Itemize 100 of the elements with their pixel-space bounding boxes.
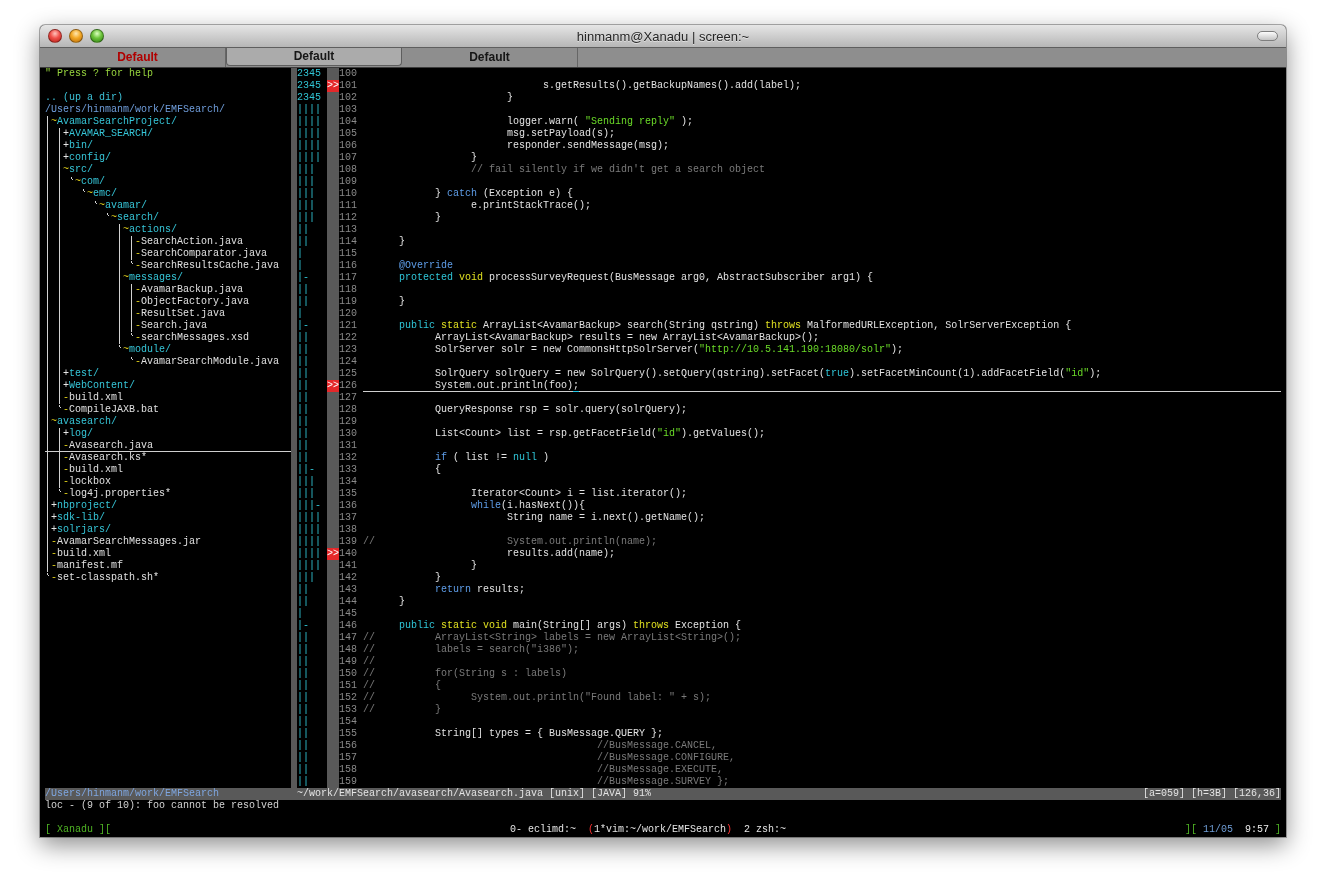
fold-indicator: || <box>297 296 309 307</box>
tree-item[interactable]: +config/ <box>45 152 112 164</box>
tree-item[interactable]: +bin/ <box>45 140 94 152</box>
fold-indicator: ||| <box>297 212 315 223</box>
tree-item[interactable]: -lockbox <box>45 476 112 488</box>
line-number: 116 <box>339 260 357 271</box>
tree-item[interactable]: -SearchAction.java <box>45 236 244 248</box>
tree-item[interactable]: ~search/ <box>45 212 160 224</box>
tree-item[interactable]: -ResultSet.java <box>45 308 226 320</box>
fold-indicator: | <box>297 248 303 259</box>
tree-item[interactable]: ~emc/ <box>45 188 118 200</box>
fold-indicator: |||| <box>297 116 321 127</box>
fold-indicator: || <box>297 692 309 703</box>
line-number: 120 <box>339 308 357 319</box>
tab[interactable]: Default <box>402 48 578 67</box>
fold-indicator: |||| <box>297 104 321 115</box>
line-number: 125 <box>339 368 357 379</box>
fold-indicator: || <box>297 356 309 367</box>
fold-indicator: 2345 <box>297 68 321 79</box>
tree-item[interactable]: +nbproject/ <box>45 500 118 512</box>
tree-item[interactable]: -Avasearch.ks* <box>45 452 148 464</box>
fold-indicator: |||| <box>297 128 321 139</box>
tree-item[interactable]: -SearchComparator.java <box>45 248 268 260</box>
window-title: hinmanm@Xanadu | screen:~ <box>576 29 750 44</box>
line-number: 111 <box>339 200 357 211</box>
code-line: msg.setPayload(s); <box>507 128 616 139</box>
tree-item[interactable]: +log/ <box>45 428 94 440</box>
code-line: // System.out.println("Found label: " + s); <box>363 692 712 703</box>
tree-item[interactable]: -AvamarSearchMessages.jar <box>45 536 202 548</box>
fold-indicator: || <box>297 452 309 463</box>
line-number: 132 <box>339 452 357 463</box>
fold-indicator: || <box>297 368 309 379</box>
line-number: 145 <box>339 608 357 619</box>
zoom-button[interactable] <box>90 29 104 43</box>
tree-item[interactable]: -manifest.mf <box>45 560 124 572</box>
tree-item[interactable]: +test/ <box>45 368 100 380</box>
tree-item[interactable]: ~module/ <box>45 344 172 356</box>
tree-item[interactable]: ~src/ <box>45 164 94 176</box>
tree-item[interactable]: ~messages/ <box>45 272 184 284</box>
tree-item[interactable]: -Avasearch.java <box>45 440 154 452</box>
tree-path-status: /Users/hinmanm/work/EMFSearch <box>45 788 220 799</box>
line-number: 155 <box>339 728 357 739</box>
code-line: // System.out.println(name); <box>363 536 658 547</box>
fold-indicator: || <box>297 632 309 643</box>
tree-item[interactable]: -ObjectFactory.java <box>45 296 250 308</box>
tree-item[interactable]: -build.xml <box>45 548 112 560</box>
line-number: 103 <box>339 104 357 115</box>
tree-item[interactable]: ~com/ <box>45 176 106 188</box>
minimize-button[interactable] <box>69 29 83 43</box>
tree-item[interactable]: -AvamarSearchModule.java <box>45 356 280 368</box>
fold-indicator: || <box>297 404 309 415</box>
fold-indicator: || <box>297 236 309 247</box>
toolbar-toggle-button[interactable] <box>1257 31 1278 41</box>
line-number: 113 <box>339 224 357 235</box>
fold-indicator: || <box>297 392 309 403</box>
line-number: 128 <box>339 404 357 415</box>
code-line: responder.sendMessage(msg); <box>507 140 670 151</box>
tree-item[interactable]: ~avasearch/ <box>45 416 118 428</box>
code-line: System.out.println(foo); <box>435 380 580 392</box>
tree-item[interactable]: -set-classpath.sh* <box>45 572 160 584</box>
tree-item[interactable]: ~avamar/ <box>45 200 148 212</box>
tree-item[interactable]: -CompileJAXB.bat <box>45 404 160 416</box>
tree-item[interactable]: -AvamarBackup.java <box>45 284 244 296</box>
code-line: // } <box>363 704 442 715</box>
fold-indicator: || <box>297 440 309 451</box>
line-number: 101 <box>339 80 357 91</box>
line-number: 134 <box>339 476 357 487</box>
code-line: } <box>399 296 406 307</box>
fold-indicator: || <box>297 668 309 679</box>
fold-indicator: |||| <box>297 560 321 571</box>
line-number: 135 <box>339 488 357 499</box>
code-line: //BusMessage.CONFIGURE, <box>597 752 736 763</box>
fold-indicator: |- <box>297 320 309 331</box>
tree-item[interactable]: -searchMessages.xsd <box>45 332 250 344</box>
fold-indicator: || <box>297 764 309 775</box>
fold-indicator: || <box>297 752 309 763</box>
tree-item[interactable]: +sdk-lib/ <box>45 512 106 524</box>
message-text: loc - (9 of 10): foo cannot be resolved <box>45 800 280 811</box>
close-button[interactable] <box>48 29 62 43</box>
code-line: s.getResults().getBackupNames().add(label); <box>543 80 802 91</box>
line-number: 124 <box>339 356 357 367</box>
line-number: 104 <box>339 116 357 127</box>
root-path: /Users/hinmanm/work/EMFSearch/ <box>45 104 226 115</box>
parent-dir-link[interactable]: .. (up a dir) <box>45 92 123 103</box>
fold-indicator: || <box>297 224 309 235</box>
tree-item[interactable]: -log4j.properties* <box>45 488 172 500</box>
tree-item[interactable]: ~AvamarSearchProject/ <box>45 116 178 128</box>
tree-item[interactable]: ~actions/ <box>45 224 178 236</box>
tree-item[interactable]: +WebContent/ <box>45 380 136 392</box>
tree-item[interactable]: +AVAMAR_SEARCH/ <box>45 128 154 140</box>
tree-item[interactable]: -Search.java <box>45 320 208 332</box>
code-line: } <box>435 212 442 223</box>
code-line: if ( list != null ) <box>435 452 550 463</box>
fold-indicator: ||| <box>297 488 315 499</box>
code-line: List<Count> list = rsp.getFacetField("id").getValues(); <box>435 428 766 439</box>
tree-item[interactable]: -SearchResultsCache.java <box>45 260 280 272</box>
tree-item[interactable]: -build.xml <box>45 392 124 404</box>
tree-item[interactable]: -build.xml <box>45 464 124 476</box>
tree-item[interactable]: +solrjars/ <box>45 524 112 536</box>
tab[interactable]: Default <box>226 48 402 66</box>
